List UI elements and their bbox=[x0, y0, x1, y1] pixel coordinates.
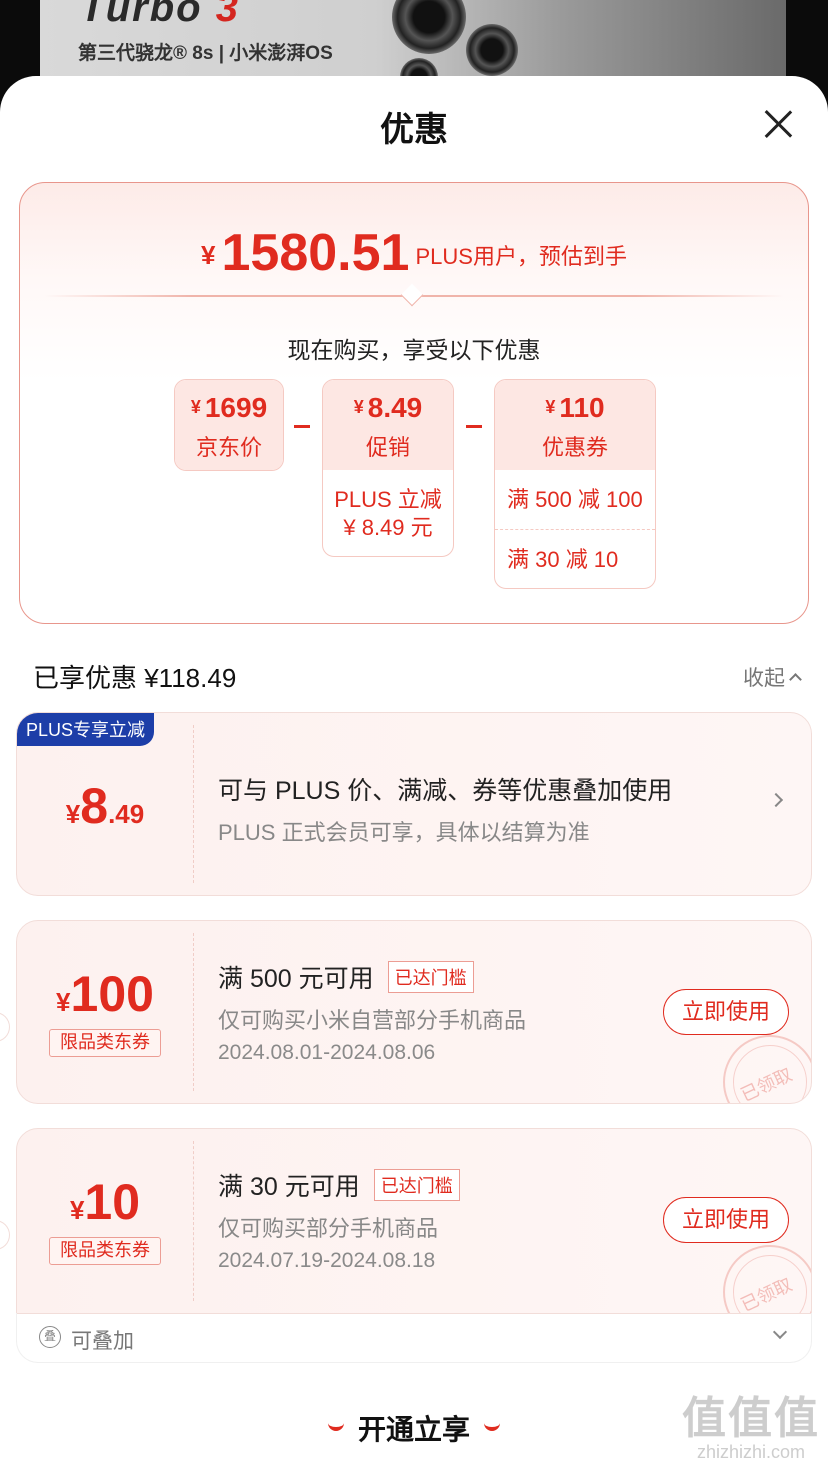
close-icon[interactable] bbox=[762, 108, 794, 140]
plus-discount-card[interactable]: PLUS专享立减 ¥8.49 可与 PLUS 价、满减、券等优惠叠加使用 PLU… bbox=[16, 712, 812, 896]
card-divider bbox=[193, 933, 194, 1091]
watermark-site: zhizhizhi.com bbox=[696, 1442, 806, 1462]
smile-decoration-icon bbox=[327, 1423, 344, 1431]
smile-decoration-icon bbox=[484, 1423, 500, 1431]
minus-sign bbox=[466, 425, 482, 428]
discount-sheet: 优惠 ¥1580.51 PLUS用户，预估到手 现在购买，享受以下优惠 ¥1699… bbox=[0, 76, 828, 1465]
jd-price-label: 京东价 bbox=[195, 435, 262, 460]
coupon-box: ¥110 优惠券 满 500 减 100 满 30 减 10 bbox=[494, 379, 656, 589]
chevron-down-icon bbox=[772, 1324, 788, 1340]
chevron-right-icon[interactable] bbox=[768, 792, 784, 808]
promo-detail: PLUS 立减 ¥ 8.49 元 bbox=[334, 487, 442, 540]
claimed-stamp: 已领取 bbox=[723, 1035, 811, 1103]
divider-notch bbox=[400, 283, 424, 307]
promo-box: ¥8.49 促销 PLUS 立减 ¥ 8.49 元 bbox=[322, 379, 454, 557]
plus-card-title: 可与 PLUS 价、满减、券等优惠叠加使用 bbox=[218, 777, 673, 805]
minus-sign bbox=[294, 425, 310, 428]
use-now-button[interactable]: 立即使用 bbox=[663, 989, 789, 1035]
threshold-reached-badge: 已达门槛 bbox=[387, 961, 474, 993]
banner-title: Turbo 3 bbox=[80, 0, 240, 30]
coupon-card-validity: 2024.07.19-2024.08.18 bbox=[218, 1249, 436, 1272]
coupon-amount: 110 bbox=[559, 392, 605, 423]
use-now-button[interactable]: 立即使用 bbox=[663, 1197, 789, 1243]
watermark-logo: 值值值 bbox=[682, 1394, 820, 1443]
claimed-stamp: 已领取 bbox=[723, 1245, 811, 1313]
camera-lens-icon bbox=[466, 24, 518, 76]
promo-label: 促销 bbox=[365, 435, 410, 460]
stackable-label: 可叠加 bbox=[71, 1330, 134, 1353]
watermark: 值值值 zhizhizhi.com bbox=[682, 1382, 820, 1463]
stackable-toggle[interactable]: 叠 可叠加 bbox=[16, 1313, 812, 1363]
coupon-card: ¥10 限品类东券 满 30 元可用 已达门槛 仅可购买部分手机商品 2024.0… bbox=[16, 1128, 812, 1314]
coupon-rule: 满 500 减 100 bbox=[507, 487, 643, 512]
card-notch bbox=[0, 1012, 10, 1042]
coupon-type-tag: 限品类东券 bbox=[49, 1029, 161, 1057]
applied-discount-total: 已享优惠 ¥118.49 bbox=[33, 663, 237, 693]
sheet-title: 优惠 bbox=[380, 111, 448, 149]
coupon-card-title: 满 30 元可用 已达门槛 bbox=[218, 1167, 460, 1203]
card-notch bbox=[0, 1220, 10, 1250]
coupon-card-title: 满 500 元可用 已达门槛 bbox=[218, 959, 474, 995]
coupon-card-validity: 2024.08.01-2024.08.06 bbox=[218, 1041, 436, 1064]
card-divider bbox=[193, 1141, 194, 1301]
coupon-label: 优惠券 bbox=[541, 435, 608, 460]
coupon-card-amount: ¥10 bbox=[69, 1174, 141, 1230]
collapse-toggle[interactable]: 收起 bbox=[743, 662, 802, 692]
plus-discount-amount: ¥8.49 bbox=[65, 778, 145, 834]
coupon-card-scope: 仅可购买小米自营部分手机商品 bbox=[218, 1008, 527, 1033]
coupon-card: ¥100 限品类东券 满 500 元可用 已达门槛 仅可购买小米自营部分手机商品 … bbox=[16, 920, 812, 1104]
final-price: 1580.51 bbox=[221, 224, 410, 282]
coupon-card-scope: 仅可购买部分手机商品 bbox=[218, 1216, 439, 1241]
currency-symbol: ¥ bbox=[201, 240, 216, 270]
buy-now-text: 现在购买，享受以下优惠 bbox=[287, 337, 541, 363]
banner-subtitle: 第三代骁龙® 8s | 小米澎湃OS bbox=[78, 43, 333, 64]
threshold-reached-badge: 已达门槛 bbox=[373, 1169, 460, 1201]
jd-price-amount: 1699 bbox=[204, 392, 268, 423]
coupon-card-amount: ¥100 bbox=[56, 966, 154, 1022]
stack-icon: 叠 bbox=[39, 1326, 61, 1348]
price-summary-card: ¥1580.51 PLUS用户，预估到手 现在购买，享受以下优惠 ¥1699 京东… bbox=[19, 182, 809, 624]
plus-card-subtitle: PLUS 正式会员可享，具体以结算为准 bbox=[218, 820, 590, 845]
plus-exclusive-tag: PLUS专享立减 bbox=[17, 713, 155, 746]
card-divider bbox=[193, 725, 194, 883]
coupon-rule: 满 30 减 10 bbox=[495, 529, 655, 588]
coupon-type-tag: 限品类东券 bbox=[49, 1237, 161, 1265]
final-price-note: PLUS用户，预估到手 bbox=[415, 244, 627, 269]
chevron-up-icon bbox=[789, 673, 802, 686]
promo-amount: 8.49 bbox=[367, 392, 423, 423]
jd-price-box: ¥1699 京东价 bbox=[174, 379, 284, 471]
final-price-row: ¥1580.51 PLUS用户，预估到手 bbox=[20, 223, 808, 283]
